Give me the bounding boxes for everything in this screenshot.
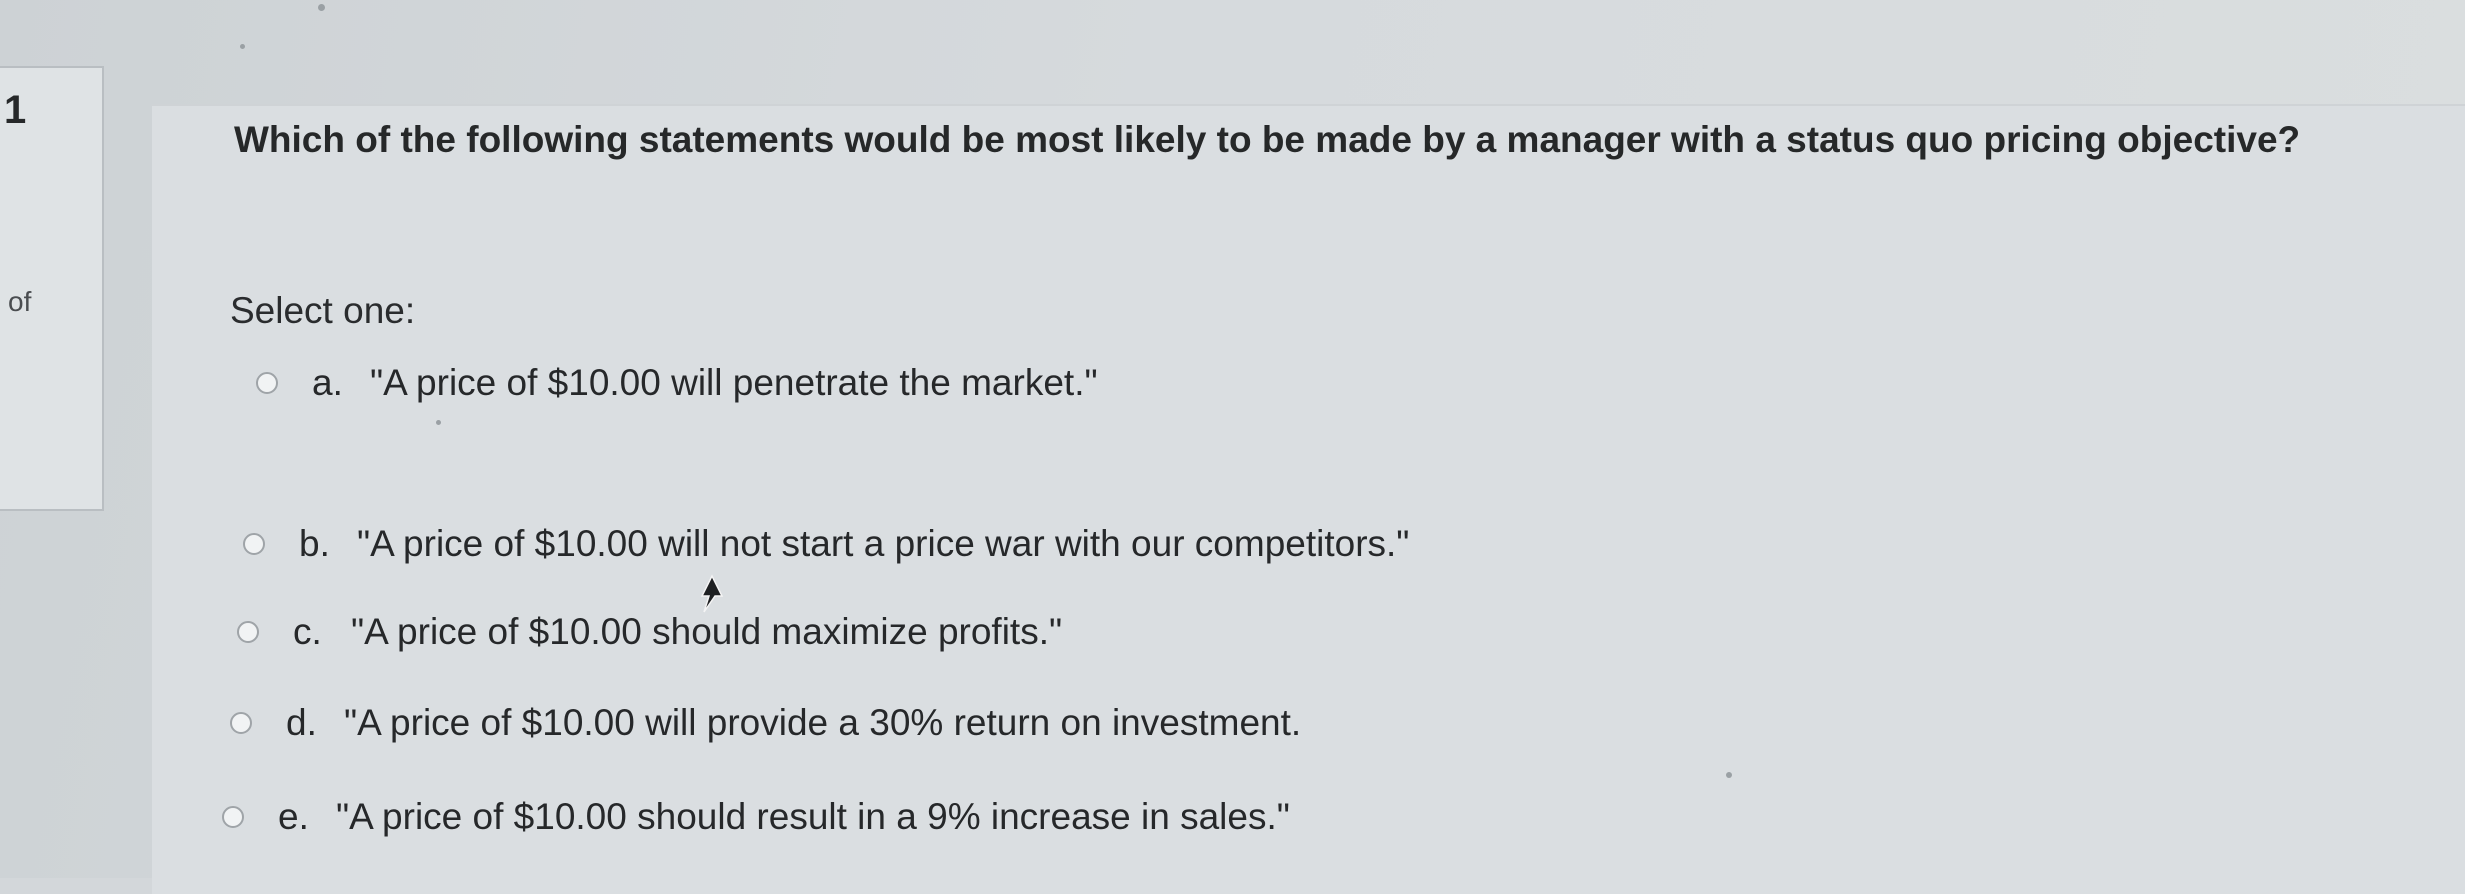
question-text: Which of the following statements would … (234, 119, 2301, 160)
dust-speck (318, 4, 325, 11)
dust-speck (240, 44, 245, 49)
radio-button-d[interactable] (230, 712, 252, 734)
option-b[interactable]: b. "A price of $10.00 will not start a p… (243, 523, 1409, 565)
option-letter: b. (299, 523, 330, 564)
question-of-label: of (8, 286, 32, 317)
radio-button-a[interactable] (256, 372, 278, 394)
radio-button-c[interactable] (237, 621, 259, 643)
radio-button-b[interactable] (243, 533, 265, 555)
dust-speck (1726, 772, 1732, 778)
question-number: 1 (4, 88, 27, 132)
dust-speck (436, 420, 441, 425)
option-letter: e. (278, 796, 309, 837)
option-e[interactable]: e. "A price of $10.00 should result in a… (222, 796, 1290, 838)
mouse-pointer-icon (700, 574, 724, 613)
question-content-panel (152, 104, 2465, 894)
option-letter: c. (293, 611, 322, 652)
option-c[interactable]: c. "A price of $10.00 should maximize pr… (237, 611, 1062, 653)
option-letter: a. (312, 362, 343, 403)
option-label[interactable]: "A price of $10.00 should result in a 9%… (336, 796, 1290, 838)
option-label[interactable]: "A price of $10.00 will not start a pric… (357, 523, 1409, 565)
option-letter: d. (286, 702, 317, 743)
option-label[interactable]: "A price of $10.00 will penetrate the ma… (370, 362, 1098, 404)
select-one-label: Select one: (230, 290, 416, 331)
option-d[interactable]: d. "A price of $10.00 will provide a 30%… (230, 702, 1301, 744)
option-label[interactable]: "A price of $10.00 will provide a 30% re… (344, 702, 1301, 744)
option-label[interactable]: "A price of $10.00 should maximize profi… (351, 611, 1062, 653)
radio-button-e[interactable] (222, 806, 244, 828)
option-a[interactable]: a. "A price of $10.00 will penetrate the… (256, 362, 1098, 404)
